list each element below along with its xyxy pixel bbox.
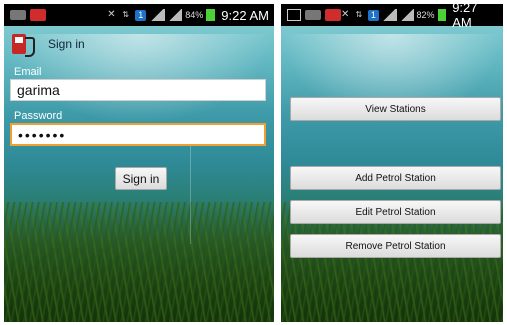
sign-in-screen: ✕ ⇅ 1 84% 9:22 AM Sign in Email garima P…: [4, 4, 274, 322]
mail-icon: [325, 9, 341, 21]
email-field[interactable]: garima: [10, 79, 266, 101]
data-icon: ⇅: [122, 10, 129, 19]
data-icon: ⇅: [355, 10, 363, 19]
add-petrol-station-button[interactable]: Add Petrol Station: [290, 166, 501, 190]
sign-in-button[interactable]: Sign in: [115, 167, 167, 190]
message-icon: [10, 10, 26, 20]
battery-percent: 84%: [185, 10, 204, 20]
clock: 9:27 AM: [452, 4, 478, 30]
status-bar: ✕ ⇅ 1 82% 9:27 AM: [281, 4, 503, 30]
email-label: Email: [14, 66, 42, 78]
cell-signal-icon: [168, 9, 183, 21]
background-seagrass: [4, 202, 274, 322]
edit-petrol-station-button[interactable]: Edit Petrol Station: [290, 200, 501, 224]
battery-icon: [206, 9, 216, 21]
petrol-pump-icon: [10, 31, 36, 57]
view-stations-button[interactable]: View Stations: [290, 97, 501, 121]
remove-petrol-station-button[interactable]: Remove Petrol Station: [290, 234, 501, 258]
wifi-signal-icon: [149, 9, 166, 21]
wifi-signal-icon: [381, 9, 398, 21]
one-icon: 1: [368, 9, 379, 21]
stations-menu-screen: ✕ ⇅ 1 82% 9:27 AM View Stations Add Petr…: [281, 4, 503, 322]
mail-icon: [30, 9, 46, 21]
password-field[interactable]: •••••••: [10, 123, 266, 146]
clock: 9:22 AM: [221, 7, 269, 23]
title-bar: Sign in: [4, 26, 274, 62]
battery-percent: 82%: [416, 10, 435, 20]
password-label: Password: [14, 110, 63, 122]
image-icon: [287, 9, 301, 21]
one-icon: 1: [135, 9, 147, 21]
message-icon: [305, 10, 321, 20]
cell-signal-icon: [400, 9, 414, 21]
mute-icon: ✕: [107, 9, 116, 20]
battery-icon: [437, 9, 447, 21]
page-title: Sign in: [48, 37, 85, 51]
mute-icon: ✕: [341, 9, 350, 20]
status-bar: ✕ ⇅ 1 84% 9:22 AM: [4, 4, 274, 26]
